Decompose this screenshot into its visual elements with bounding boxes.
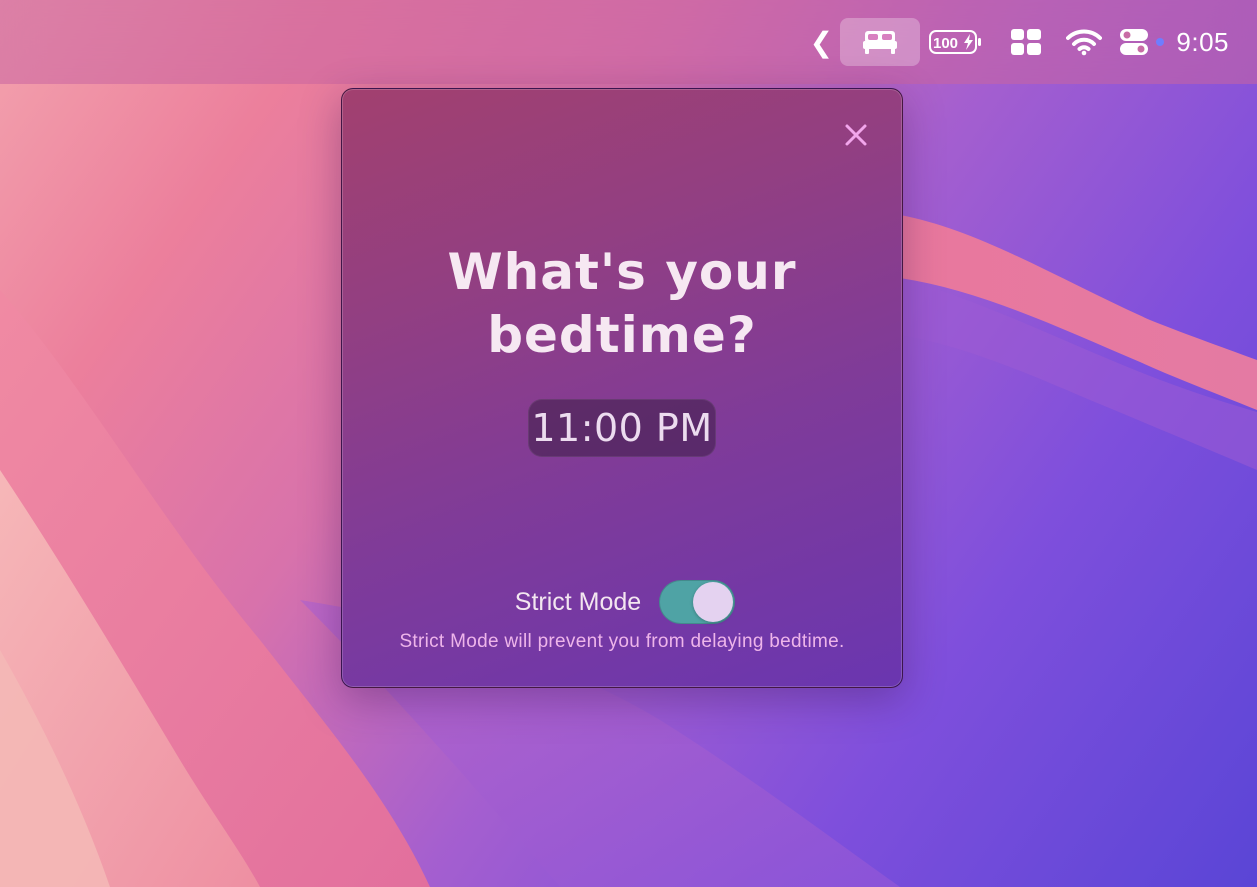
menu-bar-clock[interactable]: 9:05: [1176, 27, 1229, 58]
strict-mode-toggle[interactable]: [659, 580, 736, 624]
bedtime-popup: What's your bedtime? 11:00 PM Strict Mod…: [341, 88, 903, 688]
status-dot-icon: [1156, 38, 1165, 46]
popup-title: What's your bedtime?: [342, 241, 902, 367]
control-center-menu-item[interactable]: [1116, 18, 1152, 66]
bedtime-menu-item[interactable]: [840, 18, 921, 66]
wifi-menu-item[interactable]: [1064, 18, 1104, 66]
chevron-glyph: ❮: [809, 26, 834, 58]
battery-label: 100: [933, 35, 958, 52]
battery-charging-icon: 100: [929, 30, 982, 54]
strict-mode-toggle-knob: [693, 582, 734, 622]
menu-bar-extras: ❮ 100 9:05: [806, 0, 1257, 84]
wifi-icon: [1066, 29, 1103, 56]
chevron-left-icon[interactable]: ❮: [806, 18, 836, 66]
menu-bar: ❮ 100 9:05: [0, 0, 1257, 84]
desktop: ❮ 100 9:05 What's your bedtime? 11:00 PM…: [0, 0, 1257, 887]
close-icon: [845, 124, 867, 146]
close-button[interactable]: [840, 119, 872, 151]
bed-icon: [863, 31, 898, 54]
control-center-icon: [1120, 29, 1149, 55]
strict-mode-label: Strict Mode: [514, 587, 642, 616]
window-grid-menu-item[interactable]: [1006, 18, 1046, 66]
popup-title-line-1: What's your: [447, 243, 797, 301]
battery-indicator[interactable]: 100: [926, 18, 986, 66]
strict-mode-row: Strict Mode: [342, 579, 902, 625]
strict-mode-description: Strict Mode will prevent you from delayi…: [399, 631, 845, 652]
bedtime-time-picker[interactable]: 11:00 PM: [528, 399, 716, 457]
window-grid-icon: [1011, 29, 1042, 55]
popup-title-line-2: bedtime?: [487, 306, 757, 364]
